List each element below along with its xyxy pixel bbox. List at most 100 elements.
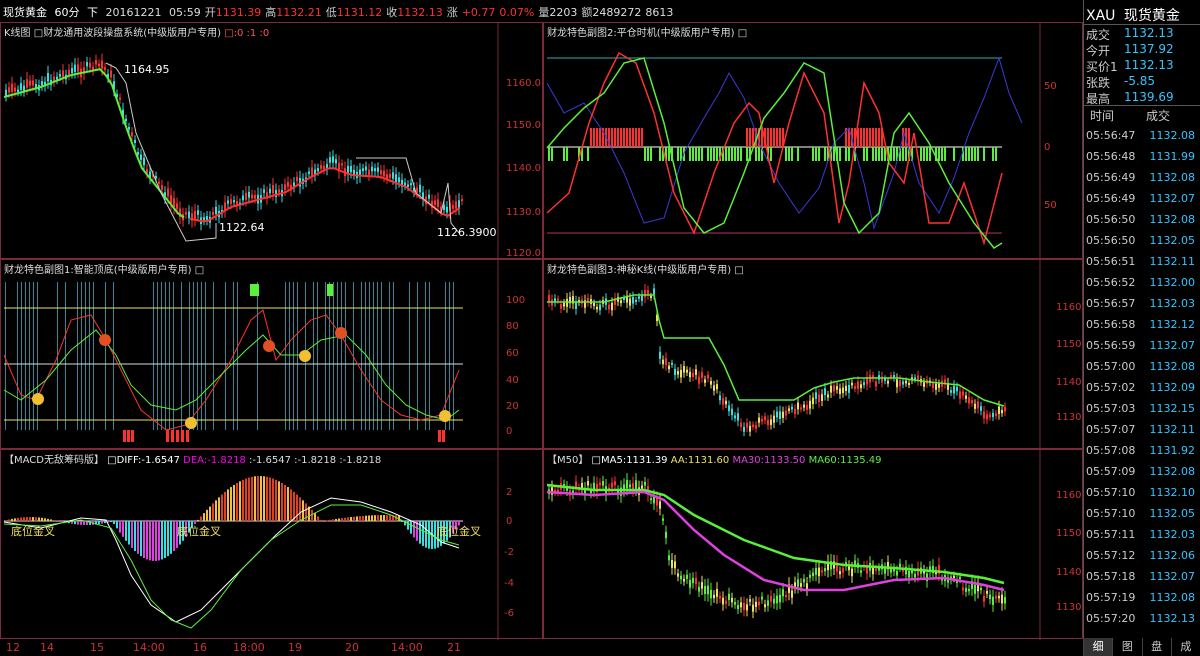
tick-time: 05:57:02 [1086, 381, 1136, 394]
tick-row: 05:56:59 1132.07 [1084, 339, 1200, 356]
sub1-axis-0: 100 [506, 295, 526, 306]
candle-body [707, 585, 709, 595]
candle-body [284, 184, 286, 191]
period-label[interactable]: 60分 [55, 6, 80, 19]
sub2-panel[interactable]: 财龙特色副图2:平仓时机(中级版用户专用) □ 50 0 50 [543, 22, 1083, 260]
macd-bar-down [122, 521, 124, 537]
tick-row: 05:57:03 1132.15 [1084, 402, 1200, 419]
candle-body [665, 531, 667, 539]
vbar [313, 282, 314, 430]
candle-body [752, 604, 754, 612]
hist-down [548, 147, 550, 161]
macd-bar-down [113, 521, 115, 524]
macd-bar-up [380, 515, 382, 521]
candle-body [641, 485, 643, 489]
quote-row-value: 1139.69 [1124, 90, 1174, 104]
tick-time: 05:57:20 [1086, 612, 1136, 625]
candle-body [998, 595, 1000, 599]
candle-body [233, 200, 235, 203]
macd-bar-up [272, 478, 274, 521]
macd-bar-up [8, 519, 10, 521]
candle-body [908, 570, 910, 578]
macd-bar-up [362, 515, 364, 521]
hist-down [713, 147, 715, 161]
kline-axis-1: 1150.0 [506, 120, 541, 131]
candle-body [110, 70, 112, 78]
candle-body [245, 192, 247, 200]
candle-body [668, 365, 670, 370]
candle-body [815, 568, 817, 575]
high-value: 1132.21 [276, 6, 322, 19]
candle-body [599, 304, 601, 311]
ma-panel[interactable]: 【M50】 □MA5:1131.39 AA:1131.60 MA30:1133.… [543, 449, 1083, 640]
tick-price: 1132.11 [1149, 423, 1196, 436]
signal-green [330, 284, 333, 296]
candle-body [782, 411, 784, 418]
kline-panel[interactable]: K线图 □财龙通用波段操盘系统(中级版用户专用) □:0 :1 :0 1164.… [0, 22, 543, 260]
macd-bar-down [158, 521, 160, 561]
candle-body [212, 211, 214, 216]
candle-body [434, 200, 436, 206]
vbar [373, 282, 374, 430]
candle-body [968, 588, 970, 592]
hist-up [746, 128, 748, 147]
macd-bar-up [389, 515, 391, 521]
macd-bar-up [287, 487, 289, 521]
macd-cross-label-2: 底位金叉 [177, 525, 221, 538]
xaxis-label-3: 14:00 [133, 641, 165, 654]
hist-up [620, 128, 622, 147]
candle-body [713, 385, 715, 391]
candle-body [887, 380, 889, 384]
xaxis-label-4: 16 [193, 641, 207, 654]
candle-body [611, 302, 613, 311]
xaxis-label-1: 14 [40, 641, 54, 654]
candle-body [884, 378, 886, 381]
ma60-line [546, 483, 1005, 585]
candle-body [704, 379, 706, 383]
sub1-panel[interactable]: 财龙特色副图1:智能顶底(中级版用户专用) □ 100 80 60 40 20 … [0, 259, 543, 450]
macd-bar-up [23, 517, 25, 521]
quote-panel: XAU 现货黄金 成交 1132.13 今开 1137.92 买价1 1132.13 张跌 -… [1083, 0, 1200, 656]
candle-body [836, 386, 838, 390]
candle-body [695, 577, 697, 585]
hist-up [767, 128, 769, 147]
tab-chart[interactable]: 图 [1112, 638, 1141, 656]
candle-body [773, 598, 775, 604]
kline-envelope [105, 62, 217, 242]
candle-body [677, 371, 679, 375]
instrument-name: 现货黄金 [3, 6, 47, 19]
bottom-signal-icon [32, 393, 44, 405]
candle-body [674, 561, 676, 569]
candle-body [5, 89, 7, 96]
tick-row: 05:56:49 1132.07 [1084, 192, 1200, 209]
macd-panel[interactable]: 【MACD无敌筹码版】 □DIFF:-1.6547 DEA:-1.8218 :-… [0, 449, 543, 640]
volume-value: 2203 [549, 6, 578, 19]
tab-detail[interactable]: 细 [1083, 638, 1113, 656]
open-label: 开 [204, 6, 216, 19]
candle-body [740, 422, 742, 427]
macd-bar-up [347, 517, 349, 521]
candle-body [950, 390, 952, 393]
macd-bar-up [374, 515, 376, 521]
hist-down [812, 147, 814, 161]
quote-row-key: 张跌 [1086, 76, 1111, 90]
tick-price: 1132.08 [1149, 360, 1196, 373]
tab-market[interactable]: 盘 [1141, 638, 1171, 656]
hist-down [797, 147, 799, 161]
vbar [381, 282, 382, 430]
hist-down [659, 147, 661, 161]
candle-body [899, 563, 901, 568]
candle-body [896, 570, 898, 576]
candle-body [677, 573, 679, 577]
tab-trades[interactable]: 成 [1170, 638, 1200, 656]
sub2-axis-2: 50 [1044, 200, 1057, 211]
candle-body [608, 304, 610, 310]
macd-bar-up [329, 519, 331, 521]
sub3-panel[interactable]: 财龙特色副图3:神秘K线(中级版用户专用) □ 1160 1150 1140 1… [543, 259, 1083, 450]
vbar [293, 282, 294, 430]
candle-body [995, 413, 997, 417]
col-time: 时间 [1090, 109, 1115, 123]
candle-body [614, 481, 616, 486]
candle-body [896, 379, 898, 388]
candle-body [785, 594, 787, 598]
